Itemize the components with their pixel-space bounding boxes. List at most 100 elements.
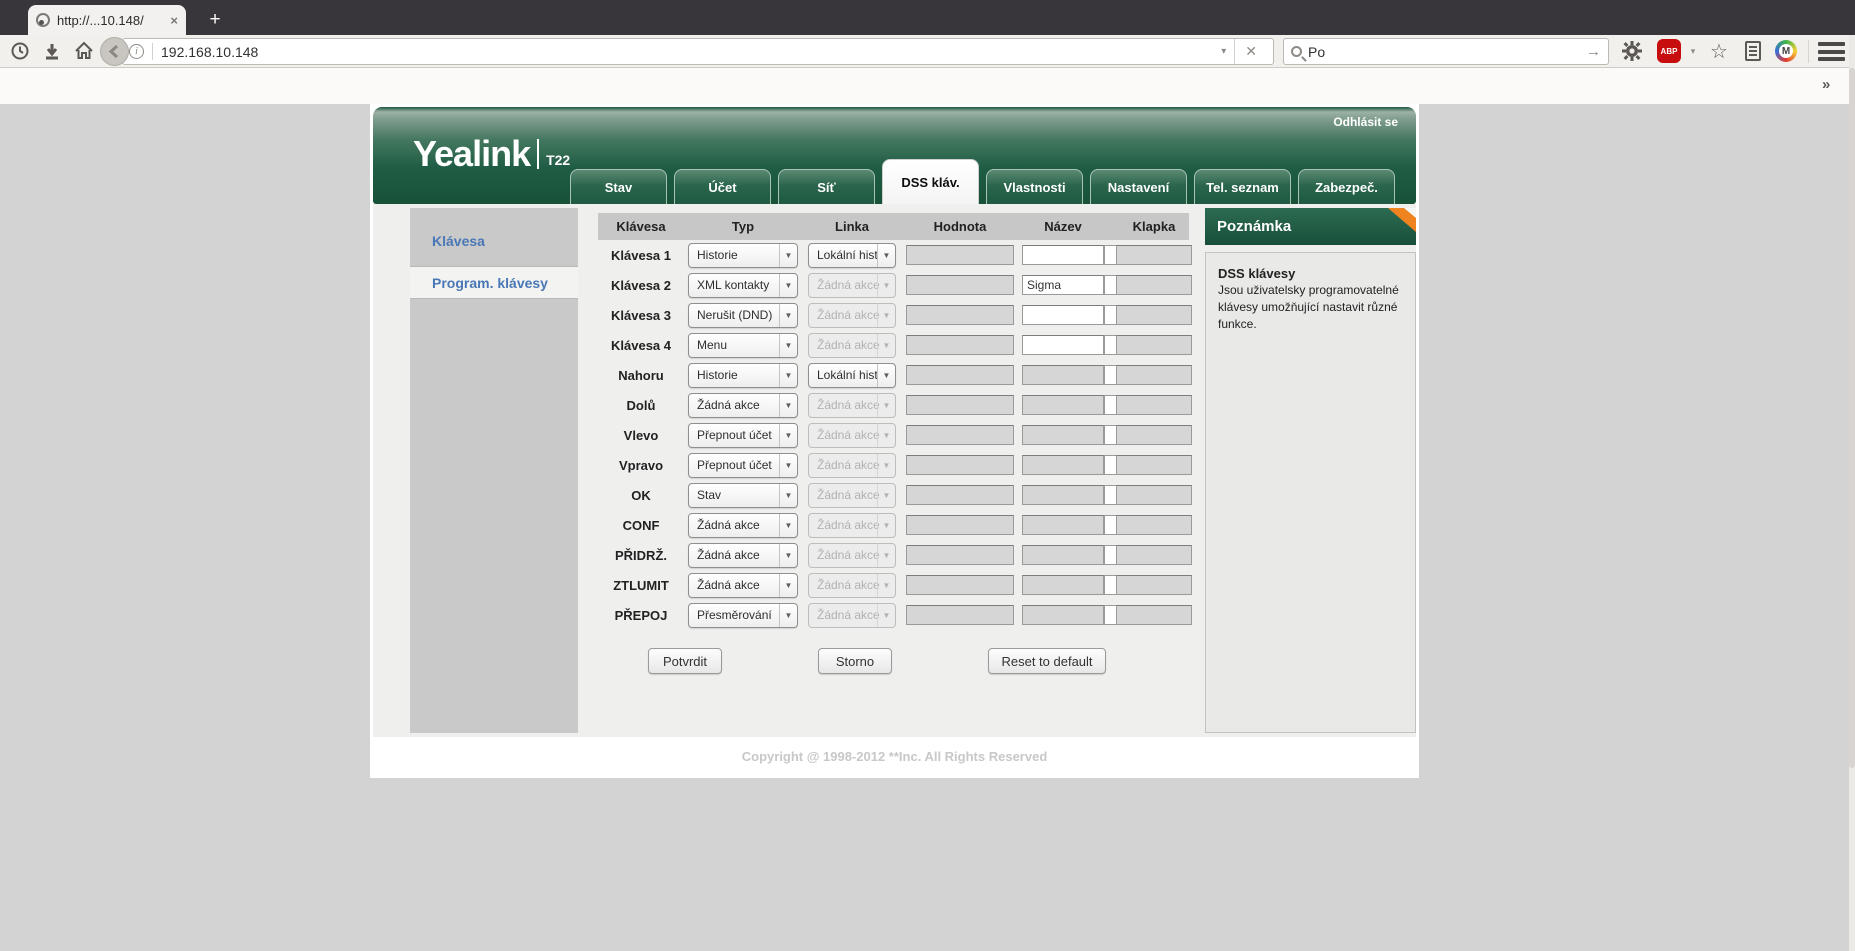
nazev-input[interactable] — [1022, 425, 1104, 445]
linka-select[interactable]: Žádná akce▼ — [808, 423, 896, 448]
nazev-input[interactable] — [1022, 245, 1104, 265]
home-icon[interactable] — [72, 35, 96, 67]
storno-button[interactable]: Storno — [818, 648, 892, 674]
hodnota-input[interactable] — [906, 485, 1014, 505]
typ-select[interactable]: Přesměrování▼ — [688, 603, 798, 628]
typ-select[interactable]: Nerušit (DND)▼ — [688, 303, 798, 328]
tab-dss-kl-v-[interactable]: DSS kláv. — [882, 159, 979, 204]
hodnota-input[interactable] — [906, 365, 1014, 385]
bookmark-star-icon[interactable]: ☆ — [1706, 35, 1732, 67]
typ-select[interactable]: Historie▼ — [688, 243, 798, 268]
typ-select[interactable]: Žádná akce▼ — [688, 573, 798, 598]
linka-select[interactable]: Žádná akce▼ — [808, 603, 896, 628]
adblock-caret-icon[interactable]: ▾ — [1686, 35, 1700, 67]
hodnota-input[interactable] — [906, 245, 1014, 265]
klapka-input[interactable] — [1116, 305, 1192, 325]
stop-icon[interactable]: ✕ — [1234, 39, 1267, 64]
hodnota-input[interactable] — [906, 275, 1014, 295]
klapka-input[interactable] — [1116, 455, 1192, 475]
menu-icon[interactable] — [1818, 42, 1845, 61]
linka-select[interactable]: Žádná akce▼ — [808, 543, 896, 568]
search-bar[interactable]: → — [1283, 38, 1609, 65]
potvrdit-button[interactable]: Potvrdit — [648, 648, 722, 674]
extension-m-icon[interactable] — [1772, 35, 1800, 67]
hodnota-input[interactable] — [906, 455, 1014, 475]
tab--et[interactable]: Účet — [674, 169, 771, 204]
nazev-input[interactable] — [1022, 335, 1104, 355]
clipboard-icon[interactable] — [1740, 35, 1766, 67]
gear-icon[interactable] — [1618, 35, 1646, 67]
tab-zabezpe-[interactable]: Zabezpeč. — [1298, 169, 1395, 204]
klapka-input[interactable] — [1116, 605, 1192, 625]
overflow-chevron-icon[interactable]: » — [1822, 76, 1830, 93]
linka-select[interactable]: Žádná akce▼ — [808, 393, 896, 418]
hodnota-input[interactable] — [906, 305, 1014, 325]
linka-select[interactable]: Žádná akce▼ — [808, 483, 896, 508]
klapka-input[interactable] — [1116, 395, 1192, 415]
klapka-input[interactable] — [1116, 515, 1192, 535]
nazev-input[interactable] — [1022, 485, 1104, 505]
browser-tab[interactable]: http://...10.148/ × — [28, 5, 186, 35]
nazev-input[interactable] — [1022, 365, 1104, 385]
history-icon[interactable] — [8, 35, 32, 67]
klapka-input[interactable] — [1116, 545, 1192, 565]
scrollbar[interactable] — [1849, 35, 1855, 951]
back-button[interactable] — [100, 37, 129, 66]
klapka-input[interactable] — [1116, 575, 1192, 595]
typ-select[interactable]: Přepnout účet▼ — [688, 453, 798, 478]
hodnota-input[interactable] — [906, 335, 1014, 355]
klapka-input[interactable] — [1116, 485, 1192, 505]
reset-to-default-button[interactable]: Reset to default — [988, 648, 1106, 674]
klapka-input[interactable] — [1116, 365, 1192, 385]
downloads-icon[interactable] — [40, 35, 64, 67]
sidebar-item-kl-vesa[interactable]: Klávesa — [410, 224, 578, 257]
typ-select[interactable]: Žádná akce▼ — [688, 513, 798, 538]
linka-select[interactable]: Žádná akce▼ — [808, 333, 896, 358]
hodnota-input[interactable] — [906, 545, 1014, 565]
hodnota-input[interactable] — [906, 425, 1014, 445]
hodnota-input[interactable] — [906, 575, 1014, 595]
klapka-input[interactable] — [1116, 275, 1192, 295]
klapka-input[interactable] — [1116, 425, 1192, 445]
linka-select[interactable]: Žádná akce▼ — [808, 303, 896, 328]
nazev-input[interactable] — [1022, 305, 1104, 325]
typ-select[interactable]: Žádná akce▼ — [688, 543, 798, 568]
tab-vlastnosti[interactable]: Vlastnosti — [986, 169, 1083, 204]
typ-select[interactable]: Přepnout účet▼ — [688, 423, 798, 448]
nazev-input[interactable] — [1022, 515, 1104, 535]
tab-stav[interactable]: Stav — [570, 169, 667, 204]
tab-nastaven-[interactable]: Nastavení — [1090, 169, 1187, 204]
linka-select[interactable]: Žádná akce▼ — [808, 513, 896, 538]
scrollbar-thumb[interactable] — [1849, 68, 1855, 768]
nazev-input[interactable] — [1022, 605, 1104, 625]
hodnota-input[interactable] — [906, 395, 1014, 415]
nazev-input[interactable] — [1022, 575, 1104, 595]
adblock-icon[interactable]: ABP — [1655, 35, 1683, 67]
address-bar[interactable]: i ▾ ✕ — [122, 38, 1274, 65]
new-tab-button[interactable]: + — [200, 7, 230, 33]
nazev-input[interactable] — [1022, 275, 1104, 295]
typ-select[interactable]: Stav▼ — [688, 483, 798, 508]
typ-select[interactable]: Historie▼ — [688, 363, 798, 388]
tab-s-[interactable]: Síť — [778, 169, 875, 204]
nazev-input[interactable] — [1022, 545, 1104, 565]
url-dropdown-icon[interactable]: ▾ — [1213, 46, 1234, 57]
linka-select[interactable]: Lokální hist▼ — [808, 243, 896, 268]
klapka-input[interactable] — [1116, 335, 1192, 355]
typ-select[interactable]: Žádná akce▼ — [688, 393, 798, 418]
search-input[interactable] — [1308, 44, 1580, 60]
klapka-input[interactable] — [1116, 245, 1192, 265]
hodnota-input[interactable] — [906, 515, 1014, 535]
hodnota-input[interactable] — [906, 605, 1014, 625]
linka-select[interactable]: Žádná akce▼ — [808, 573, 896, 598]
linka-select[interactable]: Žádná akce▼ — [808, 273, 896, 298]
tab-close-icon[interactable]: × — [170, 13, 178, 28]
linka-select[interactable]: Lokální hist▼ — [808, 363, 896, 388]
sidebar-item-program-kl-vesy[interactable]: Program. klávesy — [410, 266, 578, 299]
site-info-icon[interactable]: i — [129, 44, 144, 59]
nazev-input[interactable] — [1022, 455, 1104, 475]
typ-select[interactable]: XML kontakty▼ — [688, 273, 798, 298]
url-input[interactable] — [161, 44, 1213, 60]
linka-select[interactable]: Žádná akce▼ — [808, 453, 896, 478]
search-go-icon[interactable]: → — [1586, 43, 1601, 60]
